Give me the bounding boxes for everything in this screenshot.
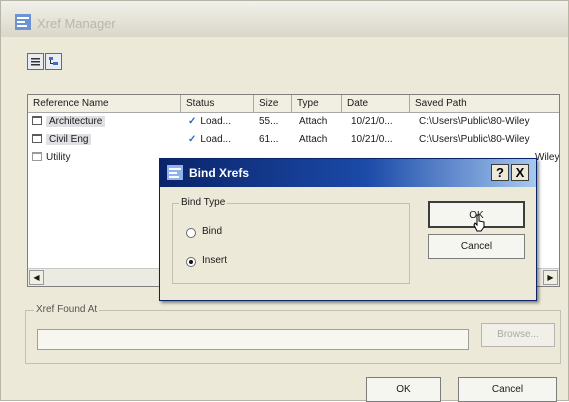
bind-type-label: Bind Type <box>179 197 228 208</box>
browse-button[interactable]: Browse... <box>481 323 555 347</box>
list-view-icon <box>31 58 40 66</box>
tree-view-button[interactable] <box>45 53 62 70</box>
column-header-status[interactable]: Status <box>181 95 254 113</box>
app-icon <box>167 165 183 180</box>
bind-cancel-button[interactable]: Cancel <box>428 234 525 259</box>
help-button[interactable]: ? <box>491 164 509 181</box>
type-value: Attach <box>299 116 328 127</box>
scroll-right-icon[interactable]: ▶ <box>543 270 558 285</box>
reference-name: Architecture <box>46 116 106 127</box>
size-value: 55... <box>259 116 279 127</box>
date-value: 10/21/0... <box>351 116 393 127</box>
column-header-size[interactable]: Size <box>254 95 292 113</box>
drawing-reference-icon <box>32 134 42 143</box>
table-row[interactable]: Civil Eng ✓ Load... 61... Attach 10/21/0.… <box>28 132 559 148</box>
app-icon <box>15 14 31 30</box>
check-icon: ✓ <box>188 134 197 145</box>
reference-name: Civil Eng <box>46 134 92 145</box>
date-value: 10/21/0... <box>351 134 393 145</box>
bind-radio-label[interactable]: Bind <box>202 226 222 237</box>
xref-path-field[interactable] <box>37 329 469 350</box>
check-icon: ✓ <box>188 116 197 127</box>
xref-found-at-group: Xref Found At Browse... <box>25 304 561 364</box>
type-value: Attach <box>299 134 328 145</box>
drawing-reference-icon <box>32 116 42 125</box>
window-titlebar[interactable]: Xref Manager <box>1 1 568 37</box>
column-header-date[interactable]: Date <box>342 95 410 113</box>
saved-path-value: Wiley <box>535 152 560 163</box>
bind-type-group: Bind Type Bind Insert <box>172 197 410 284</box>
tree-view-icon <box>49 57 58 65</box>
dialog-titlebar[interactable]: Bind Xrefs ? X <box>160 159 536 187</box>
cancel-button[interactable]: Cancel <box>458 377 557 402</box>
insert-radio[interactable] <box>186 257 196 267</box>
bind-xrefs-dialog: Bind Xrefs ? X Bind Type Bind Insert OK … <box>159 158 537 301</box>
view-toggle-group <box>27 53 63 71</box>
drawing-reference-icon <box>32 152 42 161</box>
size-value: 61... <box>259 134 279 145</box>
bind-radio[interactable] <box>186 228 196 238</box>
insert-radio-label[interactable]: Insert <box>202 255 227 266</box>
ok-button[interactable]: OK <box>366 377 441 402</box>
reference-name: Utility <box>46 152 71 163</box>
column-header-reference-name[interactable]: Reference Name <box>28 95 181 113</box>
column-header-saved-path[interactable]: Saved Path <box>410 95 559 113</box>
column-header-type[interactable]: Type <box>292 95 342 113</box>
close-button[interactable]: X <box>511 164 529 181</box>
xref-manager-window: Xref Manager Reference Name Status Size … <box>0 0 569 402</box>
saved-path-value: C:\Users\Public\80-Wiley <box>419 134 530 145</box>
table-row[interactable]: Architecture ✓ Load... 55... Attach 10/21… <box>28 114 559 130</box>
scroll-left-icon[interactable]: ◀ <box>29 270 44 285</box>
status-value: Load... <box>200 134 231 145</box>
list-view-button[interactable] <box>27 53 44 70</box>
dialog-title: Bind Xrefs <box>189 166 250 180</box>
mouse-cursor-icon <box>473 214 485 232</box>
saved-path-value: C:\Users\Public\80-Wiley <box>419 116 530 127</box>
window-title: Xref Manager <box>37 16 116 31</box>
status-value: Load... <box>200 116 231 127</box>
xref-found-at-label: Xref Found At <box>34 304 100 315</box>
